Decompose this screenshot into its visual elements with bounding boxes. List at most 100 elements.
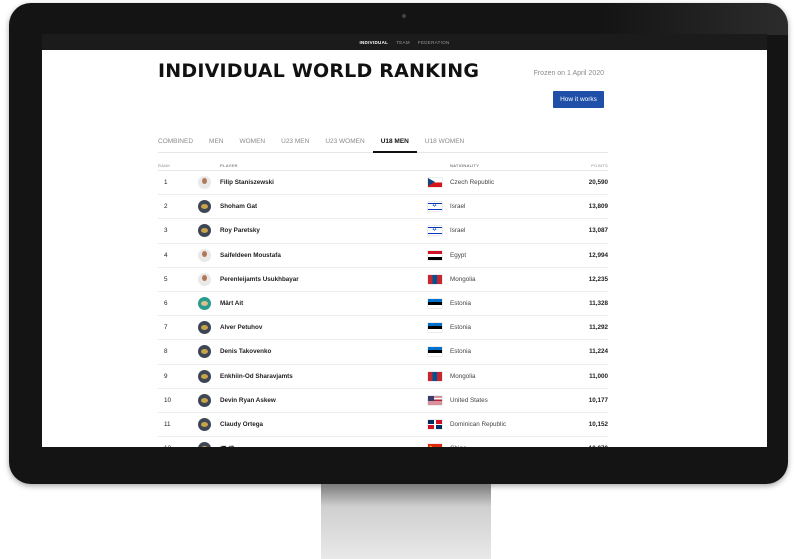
rank-cell: 4 xyxy=(164,251,168,259)
tab-u18-women[interactable]: U18 WOMEN xyxy=(417,132,472,152)
top-nav: INDIVIDUAL TEAM FEDERATION xyxy=(42,34,767,50)
nationality-cell: Mongolia xyxy=(450,372,476,380)
player-name[interactable]: Saifeldeen Moustafa xyxy=(220,252,428,259)
rank-cell: 8 xyxy=(164,348,168,356)
nationality-cell: Dominican Republic xyxy=(450,420,506,428)
flag-cell xyxy=(428,419,450,429)
points-cell: 11,328 xyxy=(589,300,608,308)
category-tabs: COMBINED MEN WOMEN U23 MEN U23 WOMEN U18… xyxy=(158,132,608,153)
avatar xyxy=(198,369,211,383)
nav-team[interactable]: TEAM xyxy=(396,40,410,45)
points-cell: 12,994 xyxy=(588,251,608,259)
nationality-cell: Mongolia xyxy=(450,275,476,283)
points-cell: 10,177 xyxy=(588,396,608,404)
table-row[interactable]: 7 Alver Petuhov Estonia 11,292 xyxy=(158,316,608,341)
flag-cell xyxy=(428,202,450,212)
rank-cell: 9 xyxy=(164,372,168,380)
avatar-cell xyxy=(198,176,220,190)
nationality-cell: Estonia xyxy=(450,348,472,356)
flag-cell xyxy=(428,371,450,381)
player-name[interactable]: Filip Staniszewski xyxy=(220,179,428,186)
player-name[interactable]: Perenleijamts Usukhbayar xyxy=(220,276,428,283)
player-name[interactable]: Denis Takovenko xyxy=(220,348,428,355)
avatar xyxy=(198,272,211,286)
avatar-cell xyxy=(198,200,220,214)
flag-mn-icon xyxy=(428,371,442,381)
table-row[interactable]: 12 谭 武 China10,070 xyxy=(158,437,608,447)
nav-individual[interactable]: INDIVIDUAL xyxy=(359,40,388,45)
flag-cell xyxy=(428,178,450,188)
avatar xyxy=(198,417,211,431)
table-row[interactable]: 6 Märt Ait Estonia 11,328 xyxy=(158,292,608,317)
nationality-cell: United States xyxy=(450,396,488,404)
rank-cell: 7 xyxy=(164,324,168,332)
monitor-stand xyxy=(321,484,491,559)
rank-cell: 3 xyxy=(164,227,168,235)
main-content: INDIVIDUAL WORLD RANKING Frozen on 1 Apr… xyxy=(158,50,608,447)
table-row[interactable]: 3 Roy Paretsky Israel 13,087 xyxy=(158,219,608,244)
flag-cell xyxy=(428,250,450,260)
avatar-cell xyxy=(198,345,220,359)
camera-dot xyxy=(402,14,406,18)
player-name[interactable]: Enkhiin-Od Sharavjamts xyxy=(220,373,428,380)
flag-cz-icon xyxy=(428,178,442,188)
avatar-cell xyxy=(198,369,220,383)
avatar-cell xyxy=(198,248,220,262)
tab-men[interactable]: MEN xyxy=(201,132,231,152)
table-row[interactable]: 10 Devin Ryan Askew United States 10,177 xyxy=(158,389,608,413)
flag-ee-icon xyxy=(428,347,442,357)
flag-cell xyxy=(428,299,450,309)
avatar xyxy=(198,297,211,311)
avatar xyxy=(198,224,211,238)
tab-u18-men[interactable]: U18 MEN xyxy=(372,132,418,153)
points-cell: 10,152 xyxy=(588,420,608,428)
header-player: PLAYER xyxy=(220,162,238,168)
player-name[interactable]: Claudy Ortega xyxy=(220,421,428,428)
points-cell: 13,809 xyxy=(588,203,608,211)
flag-cell xyxy=(428,274,450,284)
player-name[interactable]: Alver Petuhov xyxy=(220,324,428,331)
nationality-cell: China xyxy=(450,445,568,447)
avatar-cell xyxy=(198,224,220,238)
flag-cell xyxy=(428,226,450,236)
player-name[interactable]: 谭 武 xyxy=(220,444,428,447)
nationality-cell: Estonia xyxy=(450,324,472,332)
tab-u23-men[interactable]: U23 MEN xyxy=(273,132,317,152)
table-row[interactable]: 11 Claudy Ortega Dominican Republic 10,152 xyxy=(158,413,608,438)
nav-federation[interactable]: FEDERATION xyxy=(418,40,450,45)
flag-ee-icon xyxy=(428,323,442,333)
player-name[interactable]: Roy Paretsky xyxy=(220,227,428,234)
player-name[interactable]: Märt Ait xyxy=(220,300,428,307)
points-cell: 10,070 xyxy=(568,445,608,447)
table-row[interactable]: 2 Shoham Gat Israel 13,809 xyxy=(158,195,608,220)
player-name[interactable]: Devin Ryan Askew xyxy=(220,397,428,404)
avatar-cell xyxy=(198,272,220,286)
table-header: RANK PLAYER NATIONALITY POINTS xyxy=(158,160,608,171)
avatar xyxy=(198,442,211,447)
flag-ee-icon xyxy=(428,299,442,309)
avatar xyxy=(198,393,211,407)
points-cell: 20,590 xyxy=(588,179,608,187)
rank-cell: 5 xyxy=(164,275,168,283)
table-row[interactable]: 8 Denis Takovenko Estonia 11,224 xyxy=(158,340,608,365)
rank-cell: 2 xyxy=(164,203,168,211)
player-name[interactable]: Shoham Gat xyxy=(220,203,428,210)
table-row[interactable]: 5 Perenleijamts Usukhbayar Mongolia 12,235 xyxy=(158,268,608,292)
tab-u23-women[interactable]: U23 WOMEN xyxy=(317,132,372,152)
header-nationality: NATIONALITY xyxy=(450,162,480,168)
table-row[interactable]: 9 Enkhiin-Od Sharavjamts Mongolia 11,000 xyxy=(158,365,608,389)
tab-combined[interactable]: COMBINED xyxy=(158,132,201,152)
how-it-works-button[interactable]: How it works xyxy=(553,91,604,108)
flag-do-icon xyxy=(428,419,442,429)
flag-mn-icon xyxy=(428,274,442,284)
flag-cn-icon xyxy=(428,444,442,447)
avatar xyxy=(198,248,211,262)
table-row[interactable]: 1 Filip Staniszewski Czech Republic 20,590 xyxy=(158,171,608,196)
table-body: 1 Filip Staniszewski Czech Republic 20,590 2… xyxy=(158,171,608,447)
tab-women[interactable]: WOMEN xyxy=(231,132,273,152)
table-row[interactable]: 4 Saifeldeen Moustafa Egypt 12,994 xyxy=(158,244,608,268)
screen: INDIVIDUAL TEAM FEDERATION INDIVIDUAL WO… xyxy=(42,34,767,447)
points-cell: 13,087 xyxy=(588,227,608,235)
ranking-table: RANK PLAYER NATIONALITY POINTS 1 Filip St… xyxy=(158,160,608,447)
flag-us-icon xyxy=(428,395,442,405)
